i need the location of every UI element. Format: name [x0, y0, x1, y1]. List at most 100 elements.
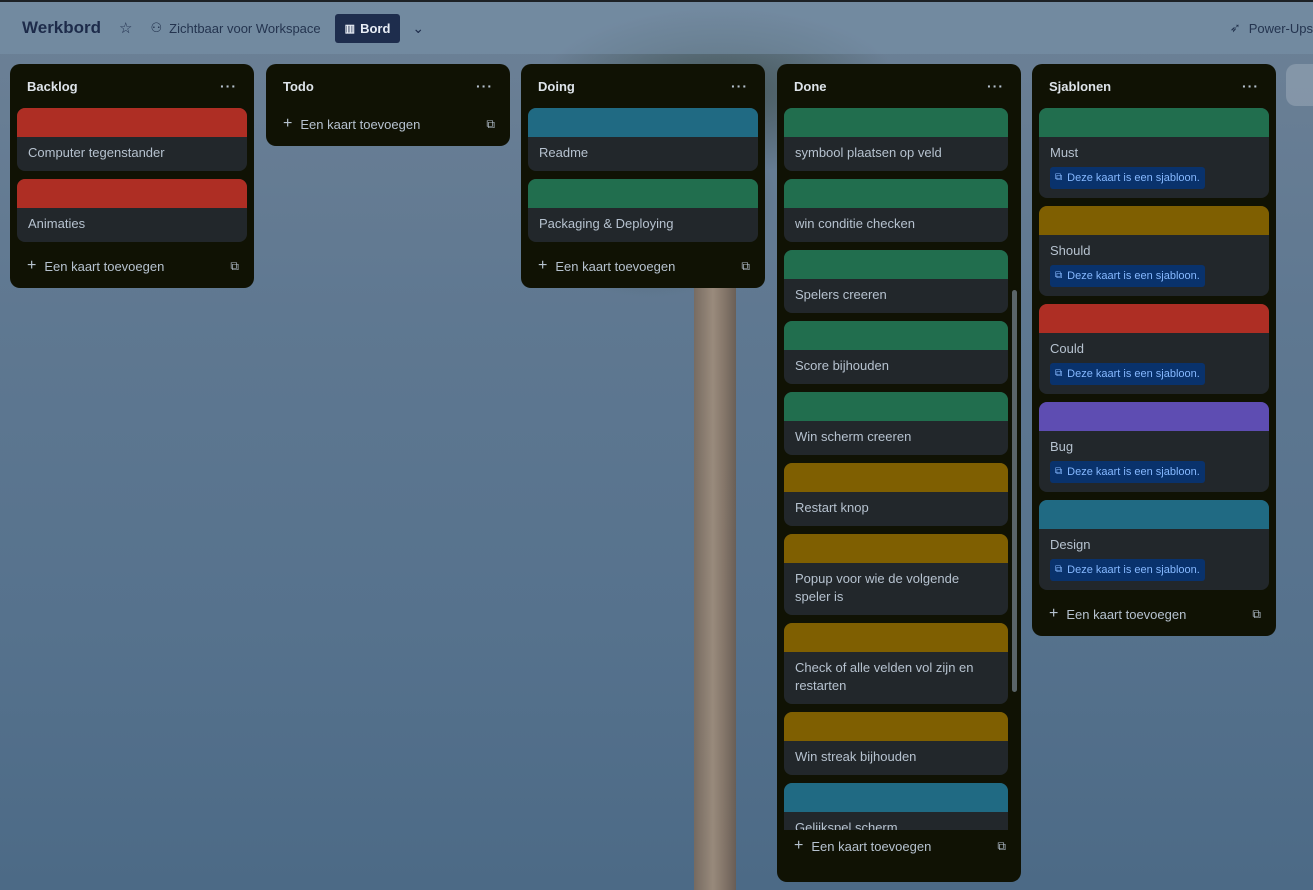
card-body: Could ⧉ Deze kaart is een sjabloon.	[1039, 333, 1269, 394]
card-cover	[1039, 500, 1269, 529]
list-backlog: Backlog ··· Computer tegenstander Animati…	[10, 64, 254, 288]
card[interactable]: Spelers creeren	[784, 250, 1008, 313]
card-body: Computer tegenstander	[17, 137, 247, 171]
template-badge-label: Deze kaart is een sjabloon.	[1067, 172, 1200, 184]
template-icon[interactable]: ⧉	[741, 259, 750, 274]
card-body: Must ⧉ Deze kaart is een sjabloon.	[1039, 137, 1269, 198]
list-title[interactable]: Done	[794, 79, 827, 94]
palm-tree-background	[694, 200, 736, 890]
more-options-icon[interactable]: ···	[987, 78, 1004, 94]
plus-icon: +	[538, 257, 548, 274]
template-badge: ⧉ Deze kaart is een sjabloon.	[1050, 363, 1205, 385]
card-cover	[1039, 108, 1269, 137]
template-badge: ⧉ Deze kaart is een sjabloon.	[1050, 265, 1205, 287]
more-options-icon[interactable]: ···	[1242, 78, 1259, 94]
card[interactable]: Design ⧉ Deze kaart is een sjabloon.	[1039, 500, 1269, 590]
card-scroll-area[interactable]: symbool plaatsen op veld win conditie che…	[784, 108, 1014, 830]
powerups-button[interactable]: ➶ Power-Ups	[1230, 20, 1313, 36]
add-card-button[interactable]: + Een kaart toevoegen ⧉	[17, 250, 247, 280]
card[interactable]: Packaging & Deploying	[528, 179, 758, 242]
board-view-button[interactable]: ▥ Bord	[334, 13, 401, 43]
card-cover	[784, 179, 1008, 208]
card[interactable]: win conditie checken	[784, 179, 1008, 242]
card-title: Could	[1050, 341, 1084, 356]
template-icon: ⧉	[1055, 172, 1063, 183]
card[interactable]: Readme	[528, 108, 758, 171]
list-sjablonen: Sjablonen ··· Must ⧉ Deze kaart is een sja…	[1032, 64, 1276, 636]
more-options-icon[interactable]: ···	[476, 78, 493, 94]
list-header: Todo ···	[273, 64, 503, 108]
card-body: Popup voor wie de volgende speler is	[784, 563, 1008, 615]
card-cover	[1039, 304, 1269, 333]
card-title: Score bijhouden	[795, 358, 889, 373]
list-header: Backlog ···	[17, 64, 247, 108]
card[interactable]: Popup voor wie de volgende speler is	[784, 534, 1008, 615]
card[interactable]: Should ⧉ Deze kaart is een sjabloon.	[1039, 206, 1269, 296]
list-doing: Doing ··· Readme Packaging & Deploying + E…	[521, 64, 765, 288]
add-card-button[interactable]: + Een kaart toevoegen ⧉	[273, 108, 503, 138]
card-body: Win streak bijhouden	[784, 741, 1008, 775]
list-title[interactable]: Sjablonen	[1049, 79, 1111, 94]
people-icon: ⚇	[150, 20, 163, 35]
template-icon[interactable]: ⧉	[1252, 607, 1261, 622]
card-body: Check of alle velden vol zijn en restart…	[784, 652, 1008, 704]
card-body: symbool plaatsen op veld	[784, 137, 1008, 171]
card-title: Win streak bijhouden	[795, 749, 917, 764]
template-badge-label: Deze kaart is een sjabloon.	[1067, 466, 1200, 478]
chevron-down-icon[interactable]: ⌄	[412, 20, 424, 37]
add-card-button[interactable]: + Een kaart toevoegen ⧉	[1039, 598, 1269, 628]
card[interactable]: Win scherm creeren	[784, 392, 1008, 455]
board-view-label: Bord	[360, 20, 391, 36]
card-title: Computer tegenstander	[28, 145, 165, 160]
list-header: Sjablonen ···	[1039, 64, 1269, 108]
card[interactable]: Bug ⧉ Deze kaart is een sjabloon.	[1039, 402, 1269, 492]
card[interactable]: Win streak bijhouden	[784, 712, 1008, 775]
list-title[interactable]: Doing	[538, 79, 575, 94]
done-scrollbar[interactable]	[1012, 290, 1017, 692]
visibility-button[interactable]: ⚇ Zichtbaar voor Workspace	[151, 20, 321, 36]
card-body: Bug ⧉ Deze kaart is een sjabloon.	[1039, 431, 1269, 492]
card[interactable]: Animaties	[17, 179, 247, 242]
plus-icon: +	[1049, 605, 1059, 622]
star-icon[interactable]: ☆	[119, 19, 132, 37]
card[interactable]: symbool plaatsen op veld	[784, 108, 1008, 171]
card[interactable]: Restart knop	[784, 463, 1008, 526]
visibility-label: Zichtbaar voor Workspace	[169, 20, 321, 36]
card-cover	[1039, 402, 1269, 431]
card-title: Restart knop	[795, 500, 869, 515]
template-icon[interactable]: ⧉	[486, 117, 495, 132]
card-title: Spelers creeren	[795, 287, 887, 302]
card-body: Design ⧉ Deze kaart is een sjabloon.	[1039, 529, 1269, 590]
list-title[interactable]: Todo	[283, 79, 314, 94]
card[interactable]: Score bijhouden	[784, 321, 1008, 384]
card[interactable]: Check of alle velden vol zijn en restart…	[784, 623, 1008, 704]
more-options-icon[interactable]: ···	[731, 78, 748, 94]
more-options-icon[interactable]: ···	[220, 78, 237, 94]
add-card-label: Een kaart toevoegen	[300, 116, 421, 132]
add-card-label: Een kaart toevoegen	[1066, 606, 1187, 622]
card-cover	[1039, 206, 1269, 235]
card-title: Design	[1050, 537, 1091, 552]
card[interactable]: Could ⧉ Deze kaart is een sjabloon.	[1039, 304, 1269, 394]
template-badge: ⧉ Deze kaart is een sjabloon.	[1050, 559, 1205, 581]
list-header: Done ···	[784, 64, 1014, 108]
board-title[interactable]: Werkbord	[22, 18, 101, 38]
card-body: Readme	[528, 137, 758, 171]
template-badge: ⧉ Deze kaart is een sjabloon.	[1050, 167, 1205, 189]
card[interactable]: Must ⧉ Deze kaart is een sjabloon.	[1039, 108, 1269, 198]
card[interactable]: Gelijkspel scherm	[784, 783, 1008, 830]
add-list-button[interactable]	[1286, 64, 1313, 106]
card-title: symbool plaatsen op veld	[795, 145, 942, 160]
card-cover	[528, 179, 758, 208]
add-card-label: Een kaart toevoegen	[811, 838, 932, 854]
card[interactable]: Computer tegenstander	[17, 108, 247, 171]
add-card-button[interactable]: + Een kaart toevoegen ⧉	[784, 830, 1014, 860]
plus-icon: +	[27, 257, 37, 274]
card-title: Must	[1050, 145, 1079, 160]
template-icon[interactable]: ⧉	[230, 259, 239, 274]
card-cover	[784, 712, 1008, 741]
template-icon[interactable]: ⧉	[997, 839, 1006, 854]
list-title[interactable]: Backlog	[27, 79, 78, 94]
template-badge-label: Deze kaart is een sjabloon.	[1067, 564, 1200, 576]
add-card-button[interactable]: + Een kaart toevoegen ⧉	[528, 250, 758, 280]
